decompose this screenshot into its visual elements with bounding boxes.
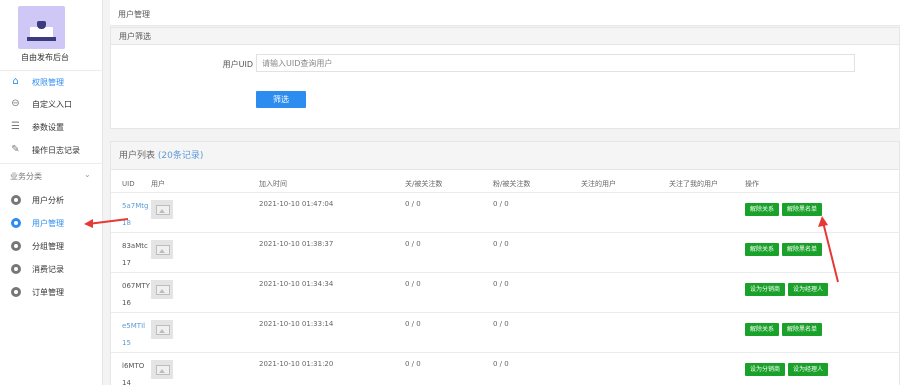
action-button-1[interactable]: 解除关系 [745, 202, 780, 216]
avatar [151, 279, 173, 299]
follow-count-cell: 0 / 0 [405, 359, 421, 368]
sidebar-item-user-analysis[interactable]: 用户分析 [0, 191, 103, 209]
uid-cell[interactable]: 5a7Mtg 18 [111, 192, 151, 232]
edit-icon: ✎ [11, 144, 20, 155]
record-count: (20条记录) [157, 151, 204, 161]
uid-search-input[interactable] [256, 54, 855, 72]
fan-count-cell: 0 / 0 [493, 319, 509, 328]
sidebar-item-label: 自定义入口 [32, 99, 72, 109]
user-list-title: 用户列表 (20条记录) [111, 142, 899, 170]
action-button-1[interactable]: 解除关系 [745, 242, 780, 256]
gear-icon [10, 195, 21, 206]
follow-count-cell: 0 / 0 [405, 319, 421, 328]
action-button-2[interactable]: 解除黑名单 [782, 242, 823, 256]
action-button-2[interactable]: 设为经理人 [788, 282, 829, 296]
sidebar-item-label: 用户分析 [32, 195, 64, 205]
follow-count-cell: 0 / 0 [405, 199, 421, 208]
fan-count-cell: 0 / 0 [493, 359, 509, 368]
action-button-1[interactable]: 设为分销商 [745, 362, 786, 376]
uid-cell[interactable]: 067MTY 16 [111, 272, 151, 312]
join-time-cell: 2021-10-10 01:31:20 [259, 359, 334, 368]
sidebar-item-custom-entry[interactable]: ⊖ 自定义入口 [0, 95, 103, 113]
sidebar-section-title: 业务分类 [10, 172, 42, 181]
action-button-2[interactable]: 解除黑名单 [782, 322, 823, 336]
gear-icon [10, 241, 21, 252]
col-header-followers: 关注了我的用户 [669, 179, 718, 188]
join-time-cell: 2021-10-10 01:33:14 [259, 319, 334, 328]
uid-cell[interactable]: 83aMtc 17 [111, 232, 151, 272]
col-header-user: 用户 [151, 179, 165, 188]
gear-icon [10, 287, 21, 298]
heart-icon [37, 21, 46, 29]
sidebar-item-permission[interactable]: ⌂ 权限管理 [0, 73, 103, 91]
breadcrumb-current: 用户管理 [118, 10, 150, 19]
sidebar-item-label: 权限管理 [32, 77, 64, 87]
sidebar-item-group-management[interactable]: 分组管理 [0, 237, 103, 255]
sidebar-divider [0, 163, 103, 164]
list-title-text: 用户列表 [119, 151, 156, 161]
sidebar-item-params[interactable]: ☰ 参数设置 [0, 118, 103, 136]
uid-label: 用户UID [222, 60, 253, 69]
uid-cell[interactable]: e5MTIl 15 [111, 312, 151, 352]
follow-count-cell: 0 / 0 [405, 239, 421, 248]
join-time-cell: 2021-10-10 01:38:37 [259, 239, 334, 248]
gear-icon [10, 264, 21, 275]
col-header-uid: UID [122, 179, 135, 188]
col-header-fan-count: 粉/被关注数 [493, 179, 531, 188]
sidebar-item-user-management[interactable]: 用户管理 [0, 214, 103, 232]
action-button-2[interactable]: 解除黑名单 [782, 202, 823, 216]
fan-count-cell: 0 / 0 [493, 199, 509, 208]
action-button-1[interactable]: 解除关系 [745, 322, 780, 336]
user-table: UID 用户 加入时间 关/被关注数 粉/被关注数 关注的用户 关注了我的用户 … [111, 176, 900, 385]
sidebar-item-consumption[interactable]: 消费记录 [0, 260, 103, 278]
home-icon: ⌂ [12, 76, 19, 87]
table-row: l6MTO 14 2021-10-10 01:31:20 0 / 0 0 / 0 … [111, 352, 900, 385]
col-header-following: 关注的用户 [581, 179, 616, 188]
action-button-1[interactable]: 设为分销商 [745, 282, 786, 296]
chevron-down-icon[interactable]: ⌄ [84, 170, 91, 179]
filter-panel-title: 用户筛选 [111, 28, 899, 45]
join-time-cell: 2021-10-10 01:47:04 [259, 199, 334, 208]
avatar [151, 239, 173, 259]
uid-cell[interactable]: l6MTO 14 [111, 352, 151, 385]
avatar [151, 359, 173, 379]
sidebar-item-label: 操作日志记录 [32, 145, 80, 155]
sidebar-item-label: 订单管理 [32, 287, 64, 297]
minus-circle-icon: ⊖ [11, 98, 20, 109]
user-list-panel: 用户列表 (20条记录) UID 用户 加入时间 关/被关注数 粉/被关注数 关… [110, 141, 900, 385]
main-content: 用户管理 用户筛选 用户UID 筛选 用户列表 (20条记录) UID 用户 加… [110, 0, 900, 385]
col-header-actions: 操作 [745, 179, 759, 188]
breadcrumb: 用户管理 [110, 0, 900, 26]
table-row: 5a7Mtg 18 2021-10-10 01:47:04 0 / 0 0 / 0… [111, 192, 900, 232]
filter-panel: 用户筛选 用户UID 筛选 [110, 27, 900, 129]
col-header-follow-count: 关/被关注数 [405, 179, 443, 188]
table-row: 83aMtc 17 2021-10-10 01:38:37 0 / 0 0 / 0… [111, 232, 900, 272]
avatar [151, 319, 173, 339]
sidebar-item-label: 参数设置 [32, 122, 64, 132]
sidebar-item-label: 消费记录 [32, 264, 64, 274]
follow-count-cell: 0 / 0 [405, 279, 421, 288]
col-header-join-time: 加入时间 [259, 179, 287, 188]
brand-logo [18, 6, 65, 49]
sidebar-divider [0, 70, 103, 71]
sidebar-item-op-log[interactable]: ✎ 操作日志记录 [0, 141, 103, 159]
table-row: 067MTY 16 2021-10-10 01:34:34 0 / 0 0 / 0… [111, 272, 900, 312]
table-header-row: UID 用户 加入时间 关/被关注数 粉/被关注数 关注的用户 关注了我的用户 … [111, 176, 900, 192]
fan-count-cell: 0 / 0 [493, 239, 509, 248]
brand-name: 自由发布后台 [21, 53, 69, 62]
gear-icon [10, 218, 21, 229]
sidebar-item-label: 用户管理 [32, 218, 64, 228]
action-button-2[interactable]: 设为经理人 [788, 362, 829, 376]
avatar [151, 199, 173, 219]
join-time-cell: 2021-10-10 01:34:34 [259, 279, 334, 288]
sidebar-item-label: 分组管理 [32, 241, 64, 251]
list-icon: ☰ [11, 121, 20, 132]
fan-count-cell: 0 / 0 [493, 279, 509, 288]
filter-button[interactable]: 筛选 [256, 91, 306, 108]
table-row: e5MTIl 15 2021-10-10 01:33:14 0 / 0 0 / 0… [111, 312, 900, 352]
sidebar-item-orders[interactable]: 订单管理 [0, 283, 103, 301]
sidebar: 自由发布后台 ⌂ 权限管理 ⊖ 自定义入口 ☰ 参数设置 ✎ 操作日志记录 业务… [0, 0, 103, 385]
